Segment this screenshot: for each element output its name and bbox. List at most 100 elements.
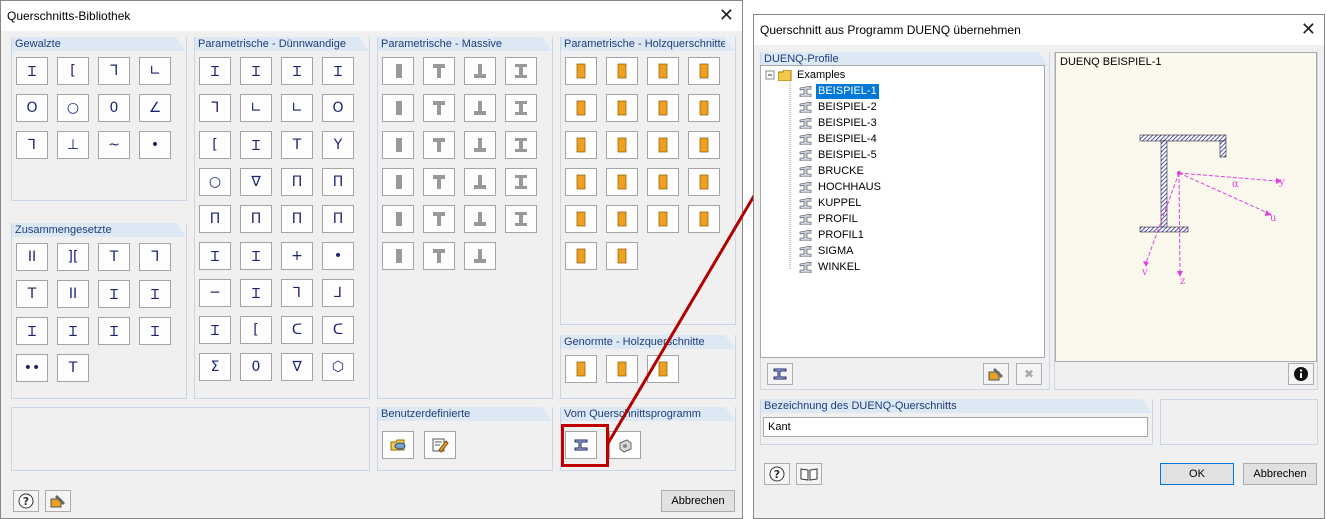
tree-root[interactable]: Examples	[778, 68, 847, 83]
standard-timber-section-button[interactable]	[565, 355, 597, 383]
thin-walled-section-button[interactable]: +	[281, 242, 313, 270]
massive-section-button[interactable]	[423, 57, 455, 85]
thin-walled-section-button[interactable]: Ɪ	[199, 242, 231, 270]
timber-section-button[interactable]	[565, 205, 597, 233]
composite-section-button[interactable]: II	[57, 280, 89, 308]
thin-walled-section-button[interactable]: Π	[199, 205, 231, 233]
massive-section-button[interactable]	[423, 168, 455, 196]
cancel-button[interactable]: Abbrechen	[1243, 463, 1317, 485]
massive-section-button[interactable]	[464, 205, 496, 233]
info-button[interactable]	[1288, 363, 1314, 385]
delete-button[interactable]: ✖	[1016, 363, 1042, 385]
massive-section-button[interactable]	[464, 168, 496, 196]
timber-section-button[interactable]	[688, 94, 720, 122]
massive-section-button[interactable]	[382, 57, 414, 85]
tree-item[interactable]: SIGMA	[799, 244, 855, 259]
massive-section-button[interactable]	[423, 205, 455, 233]
composite-section-button[interactable]: Ɪ	[57, 317, 89, 345]
timber-section-button[interactable]	[565, 242, 597, 270]
massive-section-button[interactable]	[464, 131, 496, 159]
thin-walled-section-button[interactable]: Ɪ	[281, 57, 313, 85]
designation-input[interactable]	[763, 417, 1148, 437]
thin-walled-section-button[interactable]: ⅃	[322, 279, 354, 307]
massive-section-button[interactable]	[423, 131, 455, 159]
timber-section-button[interactable]	[565, 94, 597, 122]
massive-section-button[interactable]	[423, 94, 455, 122]
timber-section-button[interactable]	[606, 94, 638, 122]
composite-section-button[interactable]: Ɪ	[139, 280, 171, 308]
massive-section-button[interactable]	[505, 205, 537, 233]
thin-walled-section-button[interactable]: Ɪ	[199, 57, 231, 85]
thin-walled-section-button[interactable]: ∇	[240, 168, 272, 196]
massive-section-button[interactable]	[382, 242, 414, 270]
timber-section-button[interactable]	[688, 131, 720, 159]
timber-section-button[interactable]	[606, 131, 638, 159]
timber-section-button[interactable]	[647, 94, 679, 122]
timber-section-button[interactable]	[647, 131, 679, 159]
rolled-section-button[interactable]: ⊥	[57, 131, 89, 159]
timber-section-button[interactable]	[606, 57, 638, 85]
thin-walled-section-button[interactable]: [	[199, 131, 231, 159]
thin-walled-section-button[interactable]: Π	[281, 168, 313, 196]
tree-item[interactable]: BEISPIEL-2	[799, 100, 879, 115]
composite-section-button[interactable]: T	[16, 280, 48, 308]
massive-section-button[interactable]	[464, 242, 496, 270]
composite-section-button[interactable]: Ɪ	[139, 317, 171, 345]
rolled-section-button[interactable]: ~	[98, 131, 130, 159]
timber-section-button[interactable]	[647, 205, 679, 233]
rolled-section-button[interactable]: ᒣ	[98, 57, 130, 85]
tree-item[interactable]: BEISPIEL-5	[799, 148, 879, 163]
user-section-edit-button[interactable]	[424, 431, 456, 459]
tree-item[interactable]: PROFIL1	[799, 228, 866, 243]
rolled-section-button[interactable]: ∠	[139, 94, 171, 122]
units-button[interactable]	[983, 363, 1009, 385]
shape-import-button[interactable]	[609, 431, 641, 459]
massive-section-button[interactable]	[505, 57, 537, 85]
thin-walled-section-button[interactable]: Ɪ	[322, 57, 354, 85]
thin-walled-section-button[interactable]: Y	[322, 131, 354, 159]
thin-walled-section-button[interactable]: ᒣ	[199, 94, 231, 122]
tree-item[interactable]: KUPPEL	[799, 196, 863, 211]
user-section-open-button[interactable]	[382, 431, 414, 459]
rolled-section-button[interactable]: Ɪ	[16, 57, 48, 85]
composite-section-button[interactable]: II	[16, 243, 48, 271]
rolled-section-button[interactable]: ∟	[139, 57, 171, 85]
rolled-section-button[interactable]: ⅂	[16, 131, 48, 159]
massive-section-button[interactable]	[382, 205, 414, 233]
library-button[interactable]	[796, 463, 822, 485]
timber-section-button[interactable]	[688, 168, 720, 196]
tree-item[interactable]: BEISPIEL-1	[799, 83, 880, 100]
thin-walled-section-button[interactable]: Ɪ	[240, 279, 272, 307]
timber-section-button[interactable]	[565, 57, 597, 85]
thin-walled-section-button[interactable]: Π	[322, 205, 354, 233]
thin-walled-section-button[interactable]: Ɪ	[240, 57, 272, 85]
timber-section-button[interactable]	[606, 168, 638, 196]
timber-section-button[interactable]	[565, 131, 597, 159]
timber-section-button[interactable]	[606, 205, 638, 233]
tree-item[interactable]: BRUCKE	[799, 164, 866, 179]
thin-walled-section-button[interactable]: [	[240, 316, 272, 344]
thin-walled-section-button[interactable]: O	[322, 94, 354, 122]
timber-section-button[interactable]	[688, 205, 720, 233]
composite-section-button[interactable]: Ɪ	[16, 317, 48, 345]
tree-item[interactable]: WINKEL	[799, 260, 862, 275]
tree-item[interactable]: BEISPIEL-3	[799, 116, 879, 131]
timber-section-button[interactable]	[565, 168, 597, 196]
cancel-button[interactable]: Abbrechen	[661, 490, 735, 512]
profile-tree[interactable]: Examples BEISPIEL-1 BEISPIEL-2 BEISPIEL-3 B…	[760, 65, 1045, 358]
composite-section-button[interactable]: T	[98, 243, 130, 271]
composite-section-button[interactable]: Ɪ	[98, 280, 130, 308]
thin-walled-section-button[interactable]: ⬡	[322, 353, 354, 381]
massive-section-button[interactable]	[382, 168, 414, 196]
thin-walled-section-button[interactable]: •	[322, 242, 354, 270]
tree-item[interactable]: BEISPIEL-4	[799, 132, 879, 147]
thin-walled-section-button[interactable]: T	[281, 131, 313, 159]
thin-walled-section-button[interactable]: ○	[199, 168, 231, 196]
thin-walled-section-button[interactable]: Ɪ	[240, 242, 272, 270]
massive-section-button[interactable]	[505, 94, 537, 122]
thin-walled-section-button[interactable]: Ɪ	[199, 316, 231, 344]
timber-section-button[interactable]	[647, 57, 679, 85]
timber-section-button[interactable]	[688, 57, 720, 85]
composite-section-button[interactable]: ᒣ	[139, 243, 171, 271]
massive-section-button[interactable]	[505, 131, 537, 159]
